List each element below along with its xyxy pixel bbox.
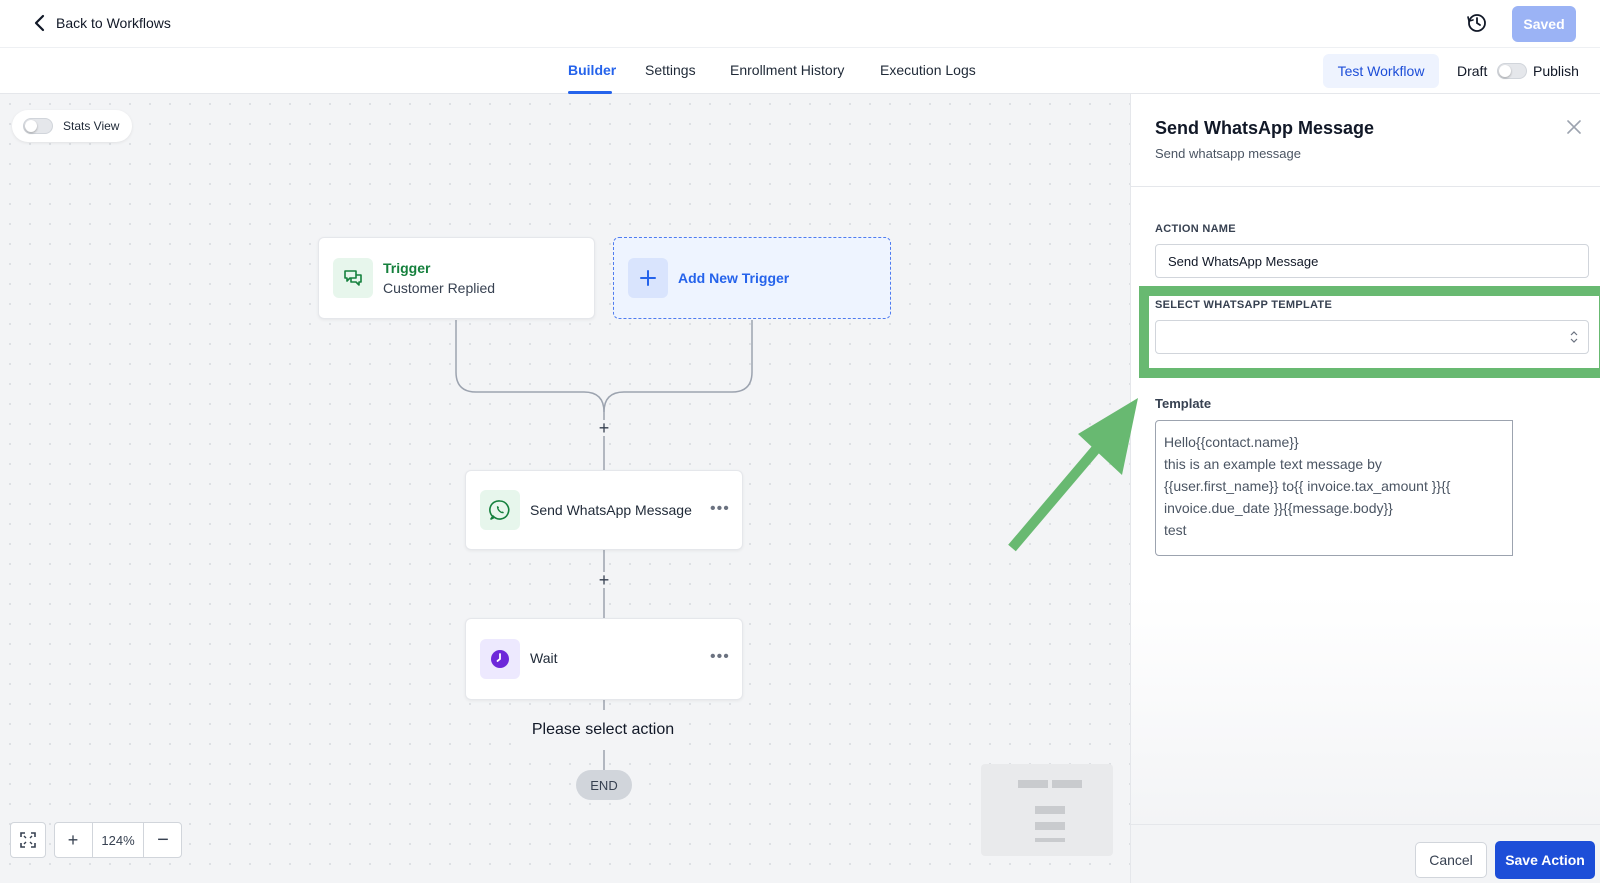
publish-label: Publish — [1533, 63, 1579, 79]
top-bar: Back to Workflows Saved — [0, 0, 1600, 48]
highlight-box — [1139, 286, 1600, 378]
add-new-trigger-label: Add New Trigger — [678, 270, 790, 286]
trigger-subtitle: Customer Replied — [383, 280, 496, 296]
trigger-title: Trigger — [383, 260, 431, 276]
action-name-input[interactable] — [1155, 244, 1589, 278]
panel-subtitle: Send whatsapp message — [1155, 146, 1301, 161]
fit-view-button[interactable] — [10, 822, 46, 858]
back-label: Back to Workflows — [56, 15, 171, 31]
cancel-button[interactable]: Cancel — [1415, 842, 1487, 878]
zoom-level: 124% — [92, 823, 144, 857]
node-more-options-icon[interactable]: ••• — [710, 648, 730, 666]
publish-toggle[interactable] — [1497, 63, 1527, 79]
wait-node-label: Wait — [530, 650, 558, 666]
close-icon[interactable] — [1567, 120, 1581, 134]
saved-button[interactable]: Saved — [1512, 6, 1576, 42]
history-icon[interactable] — [1466, 12, 1488, 34]
tab-enrollment-history[interactable]: Enrollment History — [730, 62, 844, 78]
tab-settings[interactable]: Settings — [645, 62, 696, 78]
template-preview: Hello{{contact.name}} this is an example… — [1155, 420, 1513, 556]
expand-icon — [20, 832, 36, 848]
plus-icon — [628, 258, 668, 298]
tab-execution-logs[interactable]: Execution Logs — [880, 62, 976, 78]
add-new-trigger-node[interactable]: Add New Trigger — [613, 237, 891, 319]
chat-bubbles-icon — [333, 258, 373, 298]
action-settings-panel: Send WhatsApp Message Send whatsapp mess… — [1130, 94, 1600, 883]
draft-label: Draft — [1457, 63, 1488, 79]
send-whatsapp-node-label: Send WhatsApp Message — [530, 502, 692, 518]
save-action-button[interactable]: Save Action — [1495, 841, 1595, 879]
zoom-in-button[interactable]: + — [55, 830, 91, 851]
zoom-out-button[interactable]: − — [145, 829, 181, 852]
template-label: Template — [1155, 396, 1212, 411]
tab-bar: Builder Settings Enrollment History Exec… — [0, 48, 1600, 94]
panel-title: Send WhatsApp Message — [1155, 118, 1375, 138]
test-workflow-button[interactable]: Test Workflow — [1323, 54, 1439, 88]
add-step-plus-icon[interactable]: + — [596, 570, 612, 590]
node-more-options-icon[interactable]: ••• — [710, 500, 730, 518]
whatsapp-icon — [480, 490, 520, 530]
wait-node[interactable]: Wait ••• — [465, 618, 743, 700]
send-whatsapp-node[interactable]: Send WhatsApp Message ••• — [465, 470, 743, 550]
workflow-canvas[interactable]: Stats View Trigger Customer Replied Add … — [0, 94, 1130, 883]
minimap[interactable] — [981, 764, 1113, 856]
action-name-label: ACTION NAME — [1155, 223, 1236, 235]
annotation-arrow-icon — [1008, 398, 1138, 552]
select-action-tooltip: Please select action — [518, 710, 688, 750]
panel-footer: Cancel Save Action — [1131, 824, 1600, 883]
chevron-left-icon — [34, 14, 45, 32]
back-to-workflows-link[interactable]: Back to Workflows — [32, 14, 171, 32]
clock-icon — [480, 639, 520, 679]
add-step-plus-icon[interactable]: + — [596, 418, 612, 438]
zoom-controls: + 124% − — [54, 822, 182, 858]
end-node: END — [576, 770, 632, 800]
trigger-node[interactable]: Trigger Customer Replied — [318, 237, 595, 319]
tab-builder[interactable]: Builder — [568, 62, 616, 78]
